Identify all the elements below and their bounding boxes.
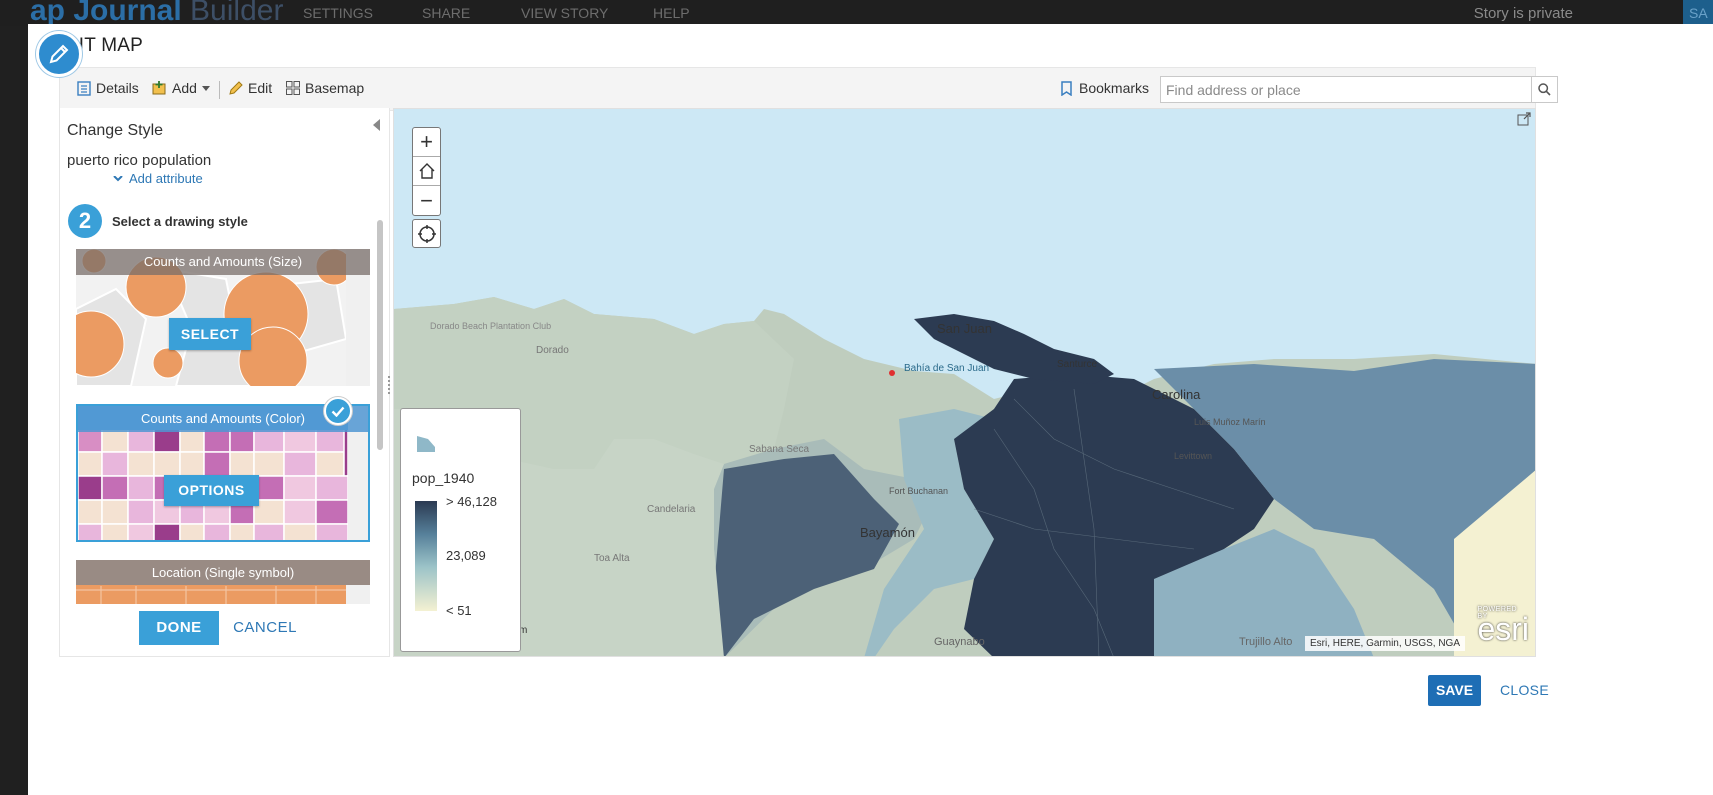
top-save-button[interactable]: SA xyxy=(1683,0,1713,26)
options-button[interactable]: OPTIONS xyxy=(164,475,259,506)
add-layer-icon xyxy=(152,81,166,95)
bookmark-icon xyxy=(1061,80,1072,96)
zoom-out-button[interactable]: − xyxy=(413,186,440,215)
edit-icon xyxy=(229,81,243,95)
place-label: Levittown xyxy=(1174,451,1212,461)
panel-resize-handle[interactable] xyxy=(388,376,392,394)
panel-heading: Change Style xyxy=(67,122,164,139)
style-card-location[interactable]: Location (Single symbol) xyxy=(76,560,370,604)
layer-name: puerto rico population xyxy=(67,152,212,169)
save-button[interactable]: SAVE xyxy=(1428,675,1481,706)
legend-max-label: > 46,128 xyxy=(446,494,497,509)
map-attribution: Esri, HERE, Garmin, USGS, NGA xyxy=(1304,636,1465,651)
search-button[interactable] xyxy=(1531,77,1557,102)
place-label: Sabana Seca xyxy=(749,444,809,455)
esri-logo: POWERED BY esri xyxy=(1477,606,1529,647)
polygon-swatch-icon xyxy=(417,436,435,452)
add-label: Add xyxy=(172,80,197,96)
expand-map-icon[interactable] xyxy=(1517,112,1531,126)
zoom-control: + − xyxy=(412,127,441,216)
locate-button[interactable] xyxy=(412,219,441,248)
locate-icon xyxy=(417,224,436,243)
app-top-bar: ap Journal Builder SETTINGS SHARE VIEW S… xyxy=(0,0,1713,27)
place-label: Carolina xyxy=(1152,387,1201,402)
edit-button[interactable]: Edit xyxy=(229,80,272,96)
selected-check-icon xyxy=(324,397,352,425)
details-label: Details xyxy=(96,80,139,96)
nav-view-story[interactable]: VIEW STORY xyxy=(521,5,608,21)
bookmarks-label: Bookmarks xyxy=(1079,80,1150,96)
cancel-button[interactable]: CANCEL xyxy=(225,611,305,645)
place-label: Bayamón xyxy=(860,525,915,540)
close-button[interactable]: CLOSE xyxy=(1500,675,1549,706)
home-icon xyxy=(419,163,434,179)
pencil-icon xyxy=(36,31,82,77)
home-button[interactable] xyxy=(413,157,440,186)
place-label: Luis Muñoz Marín xyxy=(1194,417,1266,427)
search-input[interactable] xyxy=(1161,77,1531,102)
select-button[interactable]: SELECT xyxy=(169,318,251,350)
nav-share[interactable]: SHARE xyxy=(422,5,470,21)
step-number-badge: 2 xyxy=(68,204,102,238)
place-label: Bahía de San Juan xyxy=(904,363,989,374)
details-button[interactable]: Details xyxy=(77,80,139,96)
card-title: Counts and Amounts (Size) xyxy=(76,249,370,275)
collapse-panel-icon[interactable] xyxy=(373,119,380,131)
style-card-size[interactable]: Counts and Amounts (Size) SELECT xyxy=(76,249,370,386)
zoom-in-button[interactable]: + xyxy=(413,128,440,157)
bookmarks-button[interactable]: Bookmarks xyxy=(1060,80,1149,96)
legend-field: pop_1940 xyxy=(412,470,475,486)
basemap-button[interactable]: Basemap xyxy=(286,80,364,96)
card-title: Location (Single symbol) xyxy=(76,560,370,585)
place-label: Fort Buchanan xyxy=(889,486,948,496)
story-status: Story is private xyxy=(1473,5,1573,22)
done-button[interactable]: DONE xyxy=(139,611,219,645)
basemap-icon xyxy=(286,81,300,95)
choropleth-map: San Juan Bahía de San Juan Santurce Caro… xyxy=(394,109,1535,656)
legend-mid-label: 23,089 xyxy=(446,548,486,563)
map-legend: pop_1940 > 46,128 23,089 < 51 xyxy=(400,408,521,652)
left-strip xyxy=(0,26,28,795)
place-label: Santurce xyxy=(1057,359,1097,370)
chevron-down-icon xyxy=(201,85,210,91)
panel-scrollbar[interactable] xyxy=(377,220,383,450)
details-icon xyxy=(77,80,91,96)
nav-settings[interactable]: SETTINGS xyxy=(303,5,373,21)
step-label: Select a drawing style xyxy=(112,214,248,229)
map-toolbar: Details Add Edit Basemap Bookmarks xyxy=(59,67,1558,111)
basemap-label: Basemap xyxy=(305,80,365,96)
legend-color-ramp xyxy=(415,501,437,611)
style-card-color[interactable]: Counts and Amounts (Color) OPTIONS xyxy=(76,404,370,542)
address-search xyxy=(1160,76,1558,103)
legend-min-label: < 51 xyxy=(446,603,472,618)
map-view[interactable]: San Juan Bahía de San Juan Santurce Caro… xyxy=(393,108,1536,657)
add-dropdown[interactable]: Add xyxy=(152,80,210,96)
add-attribute-link[interactable]: Add attribute xyxy=(113,171,203,186)
nav-help[interactable]: HELP xyxy=(653,5,690,21)
place-label: Toa Alta xyxy=(594,553,630,564)
place-label: Dorado xyxy=(536,345,569,356)
place-label: Trujillo Alto xyxy=(1239,636,1292,648)
location-pin-icon xyxy=(889,370,895,376)
place-label: Dorado Beach Plantation Club xyxy=(430,321,551,331)
change-style-panel: Change Style puerto rico population Add … xyxy=(59,108,390,657)
place-label: Candelaria xyxy=(647,504,696,515)
place-label: San Juan xyxy=(937,321,992,336)
chevron-down-icon xyxy=(113,175,123,181)
place-label: Guaynabo xyxy=(934,636,985,648)
search-icon xyxy=(1538,83,1551,96)
toolbar-divider xyxy=(219,81,220,99)
edit-label: Edit xyxy=(248,80,273,96)
